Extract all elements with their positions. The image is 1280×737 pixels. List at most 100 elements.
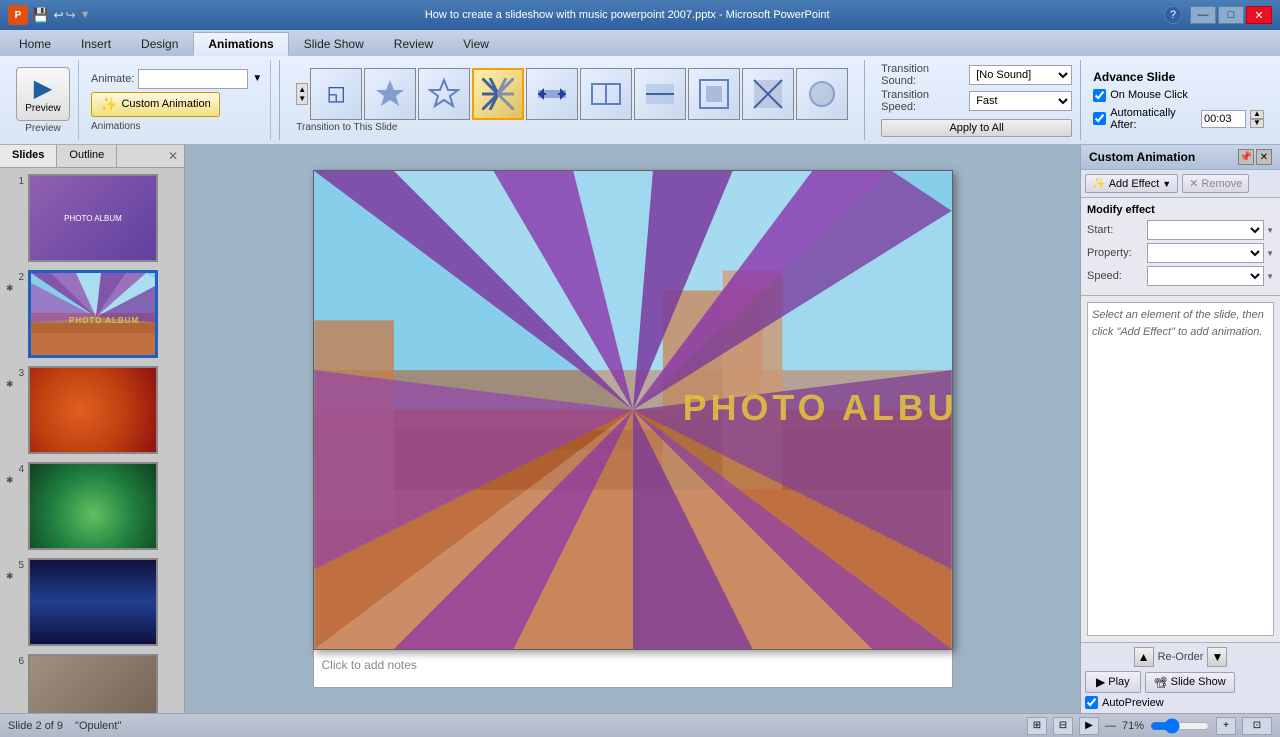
animate-dropdown[interactable]: ▼ <box>252 73 262 84</box>
close-button[interactable]: ✕ <box>1246 6 1272 24</box>
slideshow-button[interactable]: 📽 Slide Show <box>1145 672 1235 693</box>
tab-outline[interactable]: Outline <box>57 145 117 167</box>
speed-select-panel[interactable] <box>1147 266 1264 286</box>
preview-button[interactable]: ▶ Preview <box>16 67 70 121</box>
remove-button[interactable]: ✕ Remove <box>1182 174 1249 193</box>
slides-panel-close[interactable]: ✕ <box>162 145 184 167</box>
slide-item-2[interactable]: 2 ✱ <box>4 268 180 360</box>
autopreview-checkbox[interactable] <box>1085 696 1098 709</box>
tab-view[interactable]: View <box>448 32 504 56</box>
help-icon[interactable]: ? <box>1164 6 1182 24</box>
quick-save[interactable]: 💾 <box>32 7 49 24</box>
sound-select[interactable]: [No Sound] <box>969 65 1072 85</box>
main-area: Slides Outline ✕ 1 PHOTO ALBUM 2 ✱ <box>0 145 1280 713</box>
zoom-label: — <box>1105 720 1116 732</box>
property-arrow: ▼ <box>1266 249 1274 258</box>
slide-canvas[interactable]: PHOTO ALBUM <box>313 170 953 650</box>
modify-effect-section: Modify effect Start: ▼ Property: ▼ Speed… <box>1081 198 1280 296</box>
slide-item-1[interactable]: 1 PHOTO ALBUM <box>4 172 180 264</box>
ribbon-content: ▶ Preview Preview Animate: ▼ ✨ Custom An… <box>0 56 1280 144</box>
animate-input[interactable] <box>138 69 248 89</box>
panel-toolbar: ✨ Add Effect ▼ ✕ Remove <box>1081 170 1280 198</box>
trans-icon-0[interactable]: ◱ <box>310 68 362 120</box>
zoom-percent: 71% <box>1122 720 1144 732</box>
trans-icon-2[interactable] <box>418 68 470 120</box>
tab-review[interactable]: Review <box>379 32 448 56</box>
apply-all-button[interactable]: Apply to All <box>881 119 1072 137</box>
autopreview-label: AutoPreview <box>1102 697 1164 709</box>
app-icon: P <box>8 5 28 25</box>
slide-thumb-1: PHOTO ALBUM <box>28 174 158 262</box>
start-label: Start: <box>1087 224 1147 236</box>
tab-home[interactable]: Home <box>4 32 66 56</box>
reorder-label: Re-Order <box>1158 651 1204 663</box>
trans-icon-6[interactable] <box>634 68 686 120</box>
fit-slide-button[interactable]: ⊡ <box>1242 717 1272 735</box>
minimize-button[interactable]: — <box>1190 6 1216 24</box>
trans-icon-1[interactable] <box>364 68 416 120</box>
notes-placeholder: Click to add notes <box>322 658 417 672</box>
panel-pin-button[interactable]: 📌 <box>1238 149 1254 165</box>
slide-4-icon: ✱ <box>6 475 14 486</box>
speed-select[interactable]: Fast <box>969 91 1072 111</box>
play-button[interactable]: ▶ Play <box>1085 671 1141 693</box>
slide-thumb-2: PHOTO ALBUM <box>28 270 158 358</box>
panel-header: Custom Animation 📌 ✕ <box>1081 145 1280 170</box>
slide-item-6[interactable]: 6 <box>4 652 180 713</box>
trans-icon-9[interactable] <box>796 68 848 120</box>
normal-view-button[interactable]: ⊞ <box>1027 717 1047 735</box>
play-row: ▶ Play 📽 Slide Show <box>1085 671 1276 693</box>
zoom-slider[interactable] <box>1150 720 1210 732</box>
reorder-up-button[interactable]: ▲ <box>1134 647 1154 667</box>
svg-text:PHOTO ALBUM: PHOTO ALBUM <box>682 388 951 428</box>
slide-sorter-button[interactable]: ⊟ <box>1053 717 1073 735</box>
trans-icon-4[interactable] <box>526 68 578 120</box>
quick-redo[interactable]: ↪ <box>66 8 76 22</box>
panel-footer: ▲ Re-Order ▼ ▶ Play 📽 Slide Show AutoPre… <box>1081 642 1280 713</box>
tab-slideshow[interactable]: Slide Show <box>289 32 379 56</box>
quick-undo[interactable]: ↩ <box>53 8 63 22</box>
separator-1 <box>279 60 280 140</box>
panel-close-button[interactable]: ✕ <box>1256 149 1272 165</box>
slide-item-4[interactable]: 4 ✱ <box>4 460 180 552</box>
transition-icons-row: ▲ ▼ ◱ <box>296 68 848 120</box>
status-left: Slide 2 of 9 "Opulent" <box>8 720 121 732</box>
add-star-icon: ✨ <box>1092 177 1106 190</box>
add-effect-arrow: ▼ <box>1162 179 1171 189</box>
trans-icon-5[interactable] <box>580 68 632 120</box>
slide-3-icon: ✱ <box>6 379 14 390</box>
notes-area[interactable]: Click to add notes <box>313 650 953 688</box>
slides-panel: Slides Outline ✕ 1 PHOTO ALBUM 2 ✱ <box>0 145 185 713</box>
trans-scroll-up[interactable]: ▲ ▼ <box>296 83 308 105</box>
custom-animation-button[interactable]: ✨ Custom Animation <box>91 92 220 117</box>
slideshow-view-button[interactable]: ▶ <box>1079 717 1099 735</box>
reorder-down-button[interactable]: ▼ <box>1207 647 1227 667</box>
on-mouse-click-checkbox[interactable] <box>1093 89 1106 102</box>
trans-icon-8[interactable] <box>742 68 794 120</box>
speed-arrow: ▼ <box>1266 272 1274 281</box>
animations-group: Animate: ▼ ✨ Custom Animation Animations <box>83 60 271 140</box>
tab-slides[interactable]: Slides <box>0 145 57 167</box>
speed-label: Transition Speed: <box>881 89 961 113</box>
slide-item-5[interactable]: 5 ✱ <box>4 556 180 648</box>
play-triangle-icon: ▶ <box>1096 675 1105 689</box>
time-down-button[interactable]: ▼ <box>1250 119 1264 128</box>
panel-title: Custom Animation <box>1089 150 1195 164</box>
tab-animations[interactable]: Animations <box>193 32 288 56</box>
auto-time-input[interactable] <box>1201 110 1246 128</box>
property-label: Property: <box>1087 247 1147 259</box>
auto-after-checkbox[interactable] <box>1093 112 1106 125</box>
zoom-in-button[interactable]: + <box>1216 717 1236 735</box>
tab-design[interactable]: Design <box>126 32 193 56</box>
trans-icon-7[interactable] <box>688 68 740 120</box>
maximize-button[interactable]: □ <box>1218 6 1244 24</box>
add-effect-button[interactable]: ✨ Add Effect ▼ <box>1085 174 1178 193</box>
modify-effect-title: Modify effect <box>1087 204 1274 216</box>
trans-icon-3[interactable] <box>472 68 524 120</box>
slide-thumb-3 <box>28 366 158 454</box>
tab-insert[interactable]: Insert <box>66 32 126 56</box>
start-select[interactable] <box>1147 220 1264 240</box>
slide-item-3[interactable]: 3 ✱ <box>4 364 180 456</box>
animation-list-area: Select an element of the slide, then cli… <box>1087 302 1274 636</box>
property-select[interactable] <box>1147 243 1264 263</box>
